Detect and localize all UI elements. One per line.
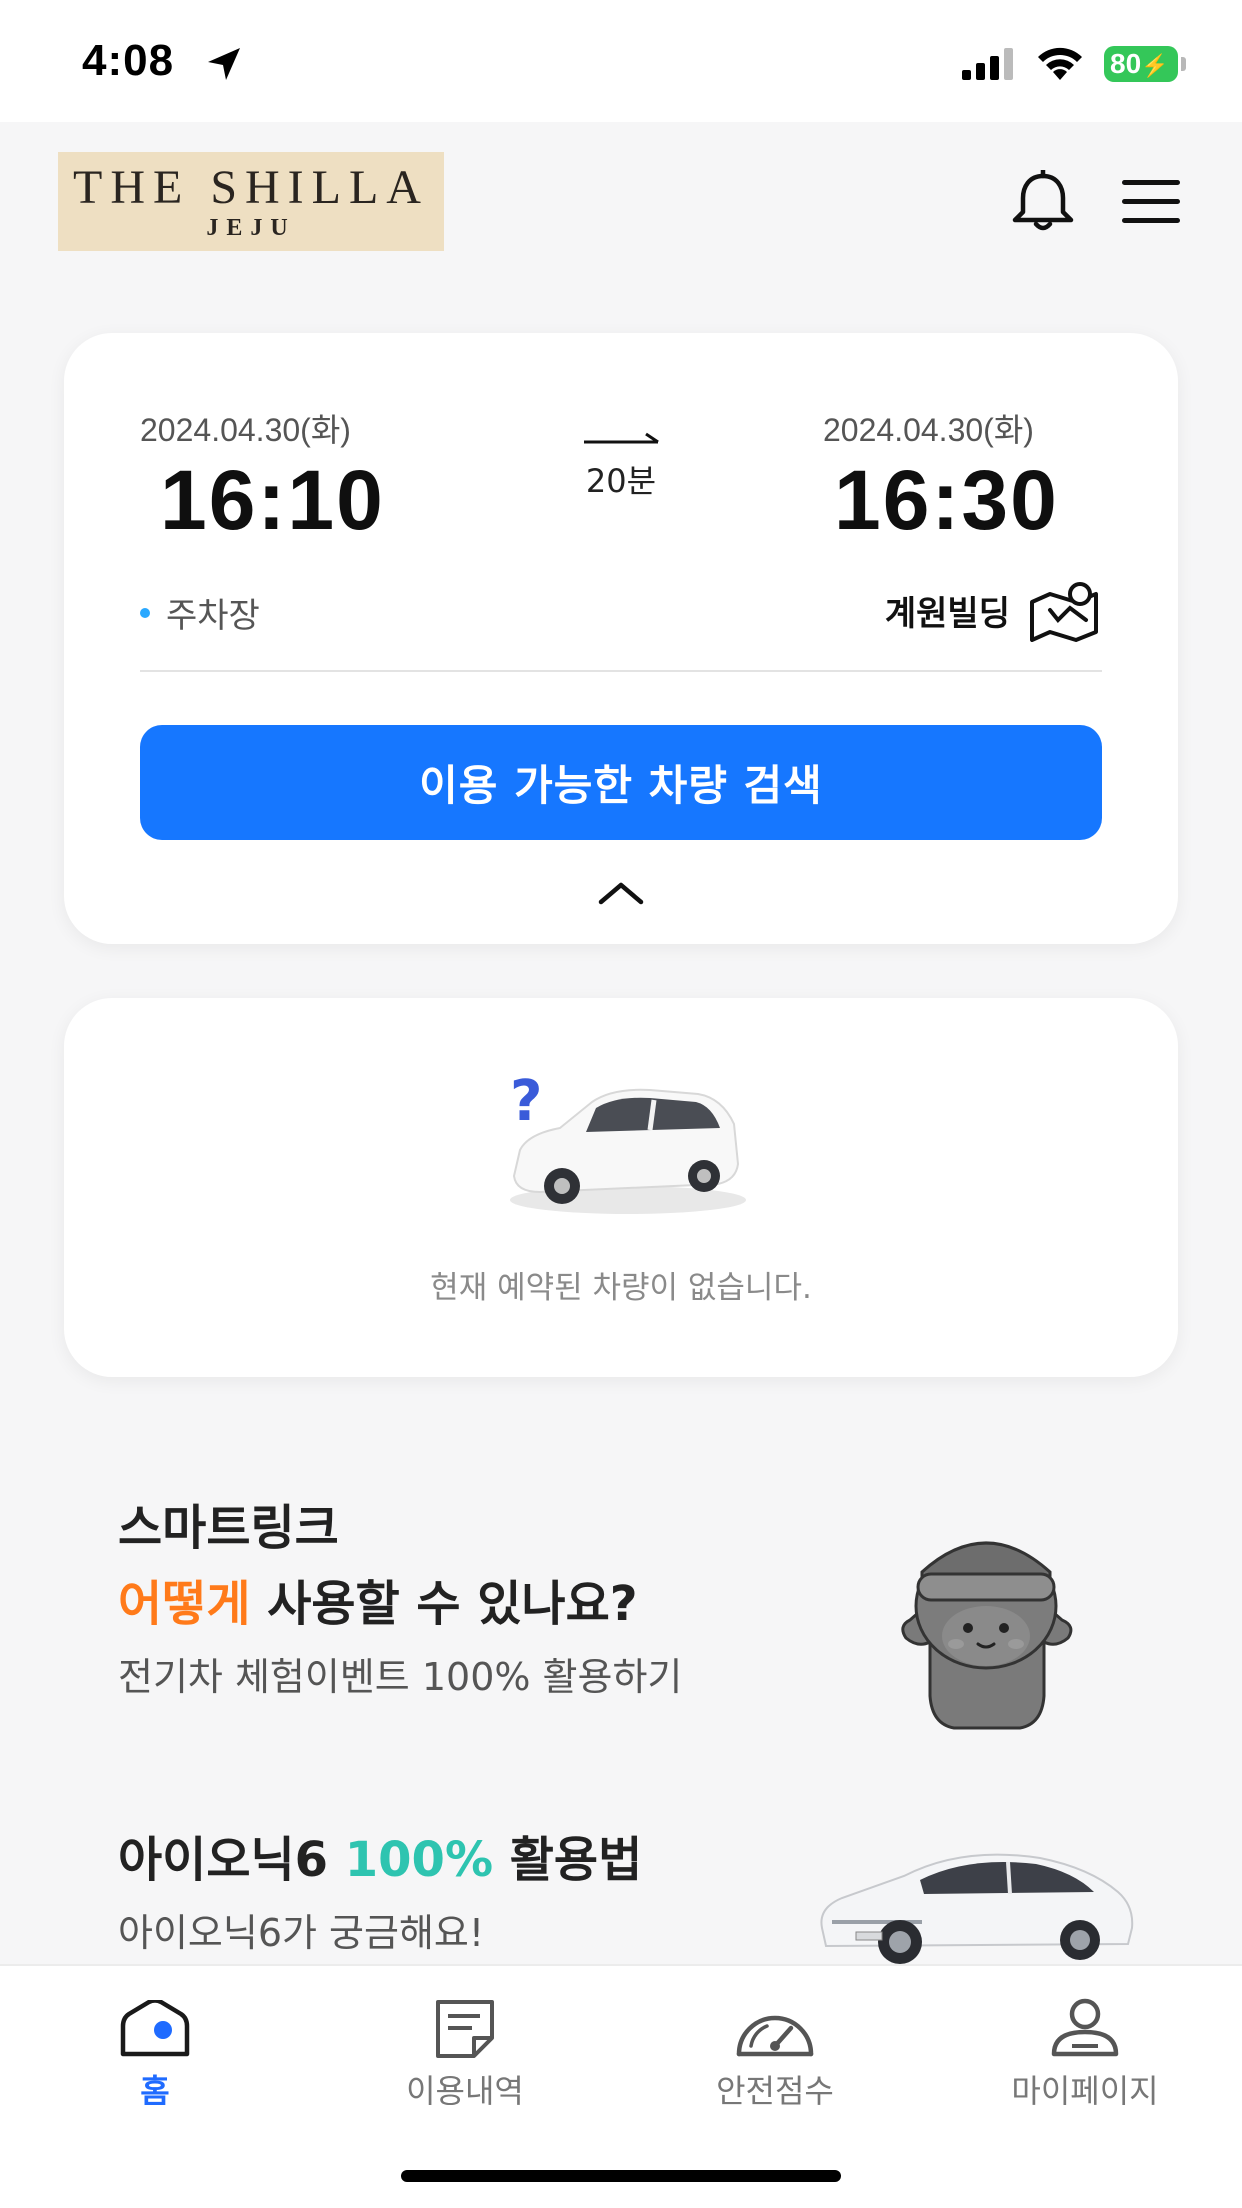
start-time[interactable]: 16:10 (160, 452, 385, 549)
location-arrow-icon (208, 48, 240, 80)
promo2-title[interactable]: 아이오닉6 100% 활용법 (118, 1820, 642, 1890)
end-date[interactable]: 2024.04.30(화) (823, 405, 1034, 451)
promo1-title[interactable]: 스마트링크 (118, 1488, 339, 1558)
nav-history[interactable]: 이용내역 (310, 1966, 620, 2116)
ioniq6-car-image[interactable] (812, 1836, 1142, 1964)
search-vehicle-button[interactable]: 이용 가능한 차량 검색 (140, 725, 1102, 840)
promo2-title-start: 아이오닉6 (118, 1832, 345, 1888)
start-location[interactable]: 주차장 (166, 588, 260, 637)
car-question-icon: ? (510, 1069, 746, 1214)
battery-indicator: 80⚡ (1104, 46, 1178, 82)
bell-icon[interactable] (1010, 170, 1076, 232)
status-bar: 4:08 80⚡ (0, 0, 1242, 122)
promo1-subtitle: 전기차 체험이벤트 100% 활용하기 (118, 1655, 683, 1699)
status-time: 4:08 (82, 36, 175, 85)
history-icon (436, 2000, 494, 2058)
hotel-logo[interactable]: THE SHILLA JEJU (58, 152, 444, 251)
cellular-signal-icon (962, 48, 1013, 80)
logo-main-text: THE SHILLA (73, 160, 429, 214)
end-location[interactable]: 계원빌딩 (885, 586, 1010, 635)
battery-level: 80 (1110, 48, 1142, 79)
nav-safety-score-label: 안전점수 (716, 2072, 834, 2110)
end-time[interactable]: 16:30 (834, 452, 1059, 549)
hamburger-menu-icon[interactable] (1122, 180, 1180, 224)
svg-text:?: ? (510, 1069, 542, 1134)
nav-home[interactable]: 홈 (0, 1966, 310, 2116)
nav-mypage[interactable]: 마이페이지 (930, 1966, 1240, 2116)
profile-icon (1051, 1998, 1119, 2057)
home-indicator[interactable] (401, 2170, 841, 2182)
promo2-title-end: 활용법 (493, 1832, 643, 1888)
nav-history-label: 이용내역 (406, 2072, 524, 2110)
mascot-image[interactable] (896, 1510, 1076, 1734)
promo2-subtitle: 아이오닉6가 궁금해요! (118, 1911, 485, 1955)
chevron-up-icon[interactable] (598, 880, 644, 906)
promo1-question-rest: 사용할 수 있나요? (250, 1576, 638, 1632)
location-dot (140, 608, 150, 618)
nav-mypage-label: 마이페이지 (1011, 2072, 1159, 2110)
promo1-question[interactable]: 어떻게 사용할 수 있나요? (118, 1564, 638, 1634)
map-icon[interactable] (1028, 580, 1100, 642)
arrow-right-icon (584, 432, 659, 444)
empty-message: 현재 예약된 차량이 없습니다. (430, 1270, 812, 1306)
start-date[interactable]: 2024.04.30(화) (140, 405, 351, 451)
wifi-icon (1038, 47, 1082, 80)
promo2-accent: 100% (344, 1832, 494, 1888)
speedometer-icon (736, 2015, 814, 2057)
divider (140, 670, 1102, 672)
logo-sub-text: JEJU (206, 214, 296, 241)
duration-label: 20분 (585, 462, 657, 500)
nav-safety-score[interactable]: 안전점수 (620, 1966, 930, 2116)
home-icon (120, 2000, 190, 2057)
battery-cap (1181, 57, 1186, 71)
promo1-accent: 어떻게 (118, 1576, 251, 1632)
nav-home-label: 홈 (140, 2072, 170, 2110)
